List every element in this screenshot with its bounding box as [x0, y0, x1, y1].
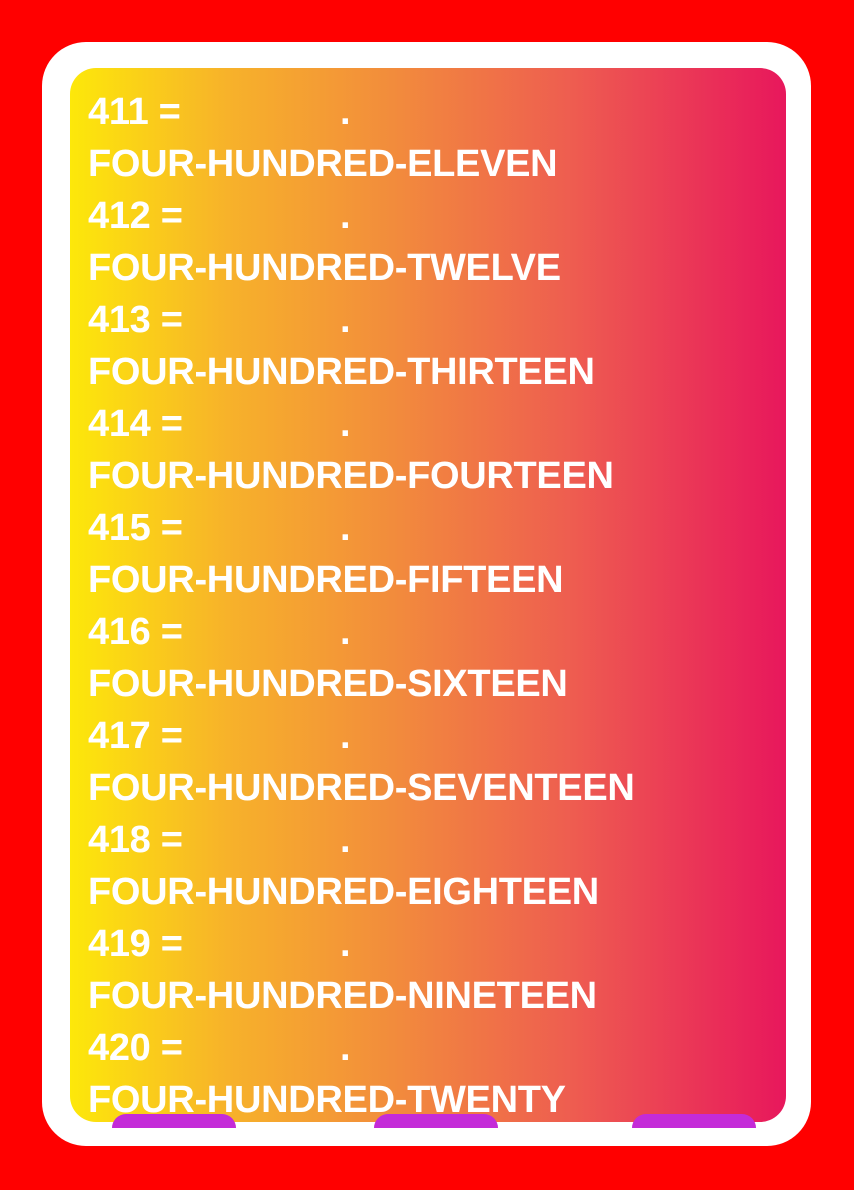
separator-dot: . [340, 923, 351, 965]
number-line: 419 =. [88, 918, 776, 970]
number-label: 415 = [88, 507, 183, 549]
number-words: FOUR-HUNDRED-SIXTEEN [88, 663, 568, 705]
separator-dot: . [340, 819, 351, 861]
separator-dot: . [340, 195, 351, 237]
number-line: 416 =. [88, 606, 776, 658]
number-line: 417 =. [88, 710, 776, 762]
list-item: 416 =. FOUR-HUNDRED-SIXTEEN [88, 606, 776, 710]
number-words: FOUR-HUNDRED-TWELVE [88, 247, 561, 289]
number-line: 413 =. [88, 294, 776, 346]
list-item: 418 =. FOUR-HUNDRED-EIGHTEEN [88, 814, 776, 918]
bottom-tab-right[interactable] [632, 1114, 756, 1128]
separator-dot: . [340, 299, 351, 341]
separator-dot: . [340, 403, 351, 445]
number-words-panel: 411 =. FOUR-HUNDRED-ELEVEN 412 =. FOUR-H… [70, 68, 786, 1122]
number-words: FOUR-HUNDRED-EIGHTEEN [88, 871, 599, 913]
number-label: 417 = [88, 715, 183, 757]
number-label: 420 = [88, 1027, 183, 1069]
number-line: 418 =. [88, 814, 776, 866]
number-words: FOUR-HUNDRED-FOURTEEN [88, 455, 614, 497]
list-item: 420 =. FOUR-HUNDRED-TWENTY [88, 1022, 776, 1122]
number-label: 414 = [88, 403, 183, 445]
number-label: 412 = [88, 195, 183, 237]
number-label: 419 = [88, 923, 183, 965]
list-item: 417 =. FOUR-HUNDRED-SEVENTEEN [88, 710, 776, 814]
number-label: 418 = [88, 819, 183, 861]
number-label: 413 = [88, 299, 183, 341]
number-words: FOUR-HUNDRED-ELEVEN [88, 143, 558, 185]
list-item: 419 =. FOUR-HUNDRED-NINETEEN [88, 918, 776, 1022]
separator-dot: . [340, 1027, 351, 1069]
number-line: 414 =. [88, 398, 776, 450]
number-words: FOUR-HUNDRED-FIFTEEN [88, 559, 564, 601]
list-item: 411 =. FOUR-HUNDRED-ELEVEN [88, 86, 776, 190]
list-item: 413 =. FOUR-HUNDRED-THIRTEEN [88, 294, 776, 398]
number-line: 411 =. [88, 86, 776, 138]
bottom-tab-center[interactable] [374, 1114, 498, 1128]
list-item: 412 =. FOUR-HUNDRED-TWELVE [88, 190, 776, 294]
number-line: 420 =. [88, 1022, 776, 1074]
number-line: 415 =. [88, 502, 776, 554]
bottom-tab-left[interactable] [112, 1114, 236, 1128]
number-words: FOUR-HUNDRED-SEVENTEEN [88, 767, 635, 809]
number-label: 416 = [88, 611, 183, 653]
separator-dot: . [340, 715, 351, 757]
number-words: FOUR-HUNDRED-THIRTEEN [88, 351, 595, 393]
separator-dot: . [340, 507, 351, 549]
list-item: 414 =. FOUR-HUNDRED-FOURTEEN [88, 398, 776, 502]
number-list: 411 =. FOUR-HUNDRED-ELEVEN 412 =. FOUR-H… [88, 86, 776, 1122]
number-line: 412 =. [88, 190, 776, 242]
number-label: 411 = [88, 91, 181, 133]
separator-dot: . [340, 611, 351, 653]
number-words: FOUR-HUNDRED-NINETEEN [88, 975, 597, 1017]
separator-dot: . [340, 91, 351, 133]
list-item: 415 =. FOUR-HUNDRED-FIFTEEN [88, 502, 776, 606]
